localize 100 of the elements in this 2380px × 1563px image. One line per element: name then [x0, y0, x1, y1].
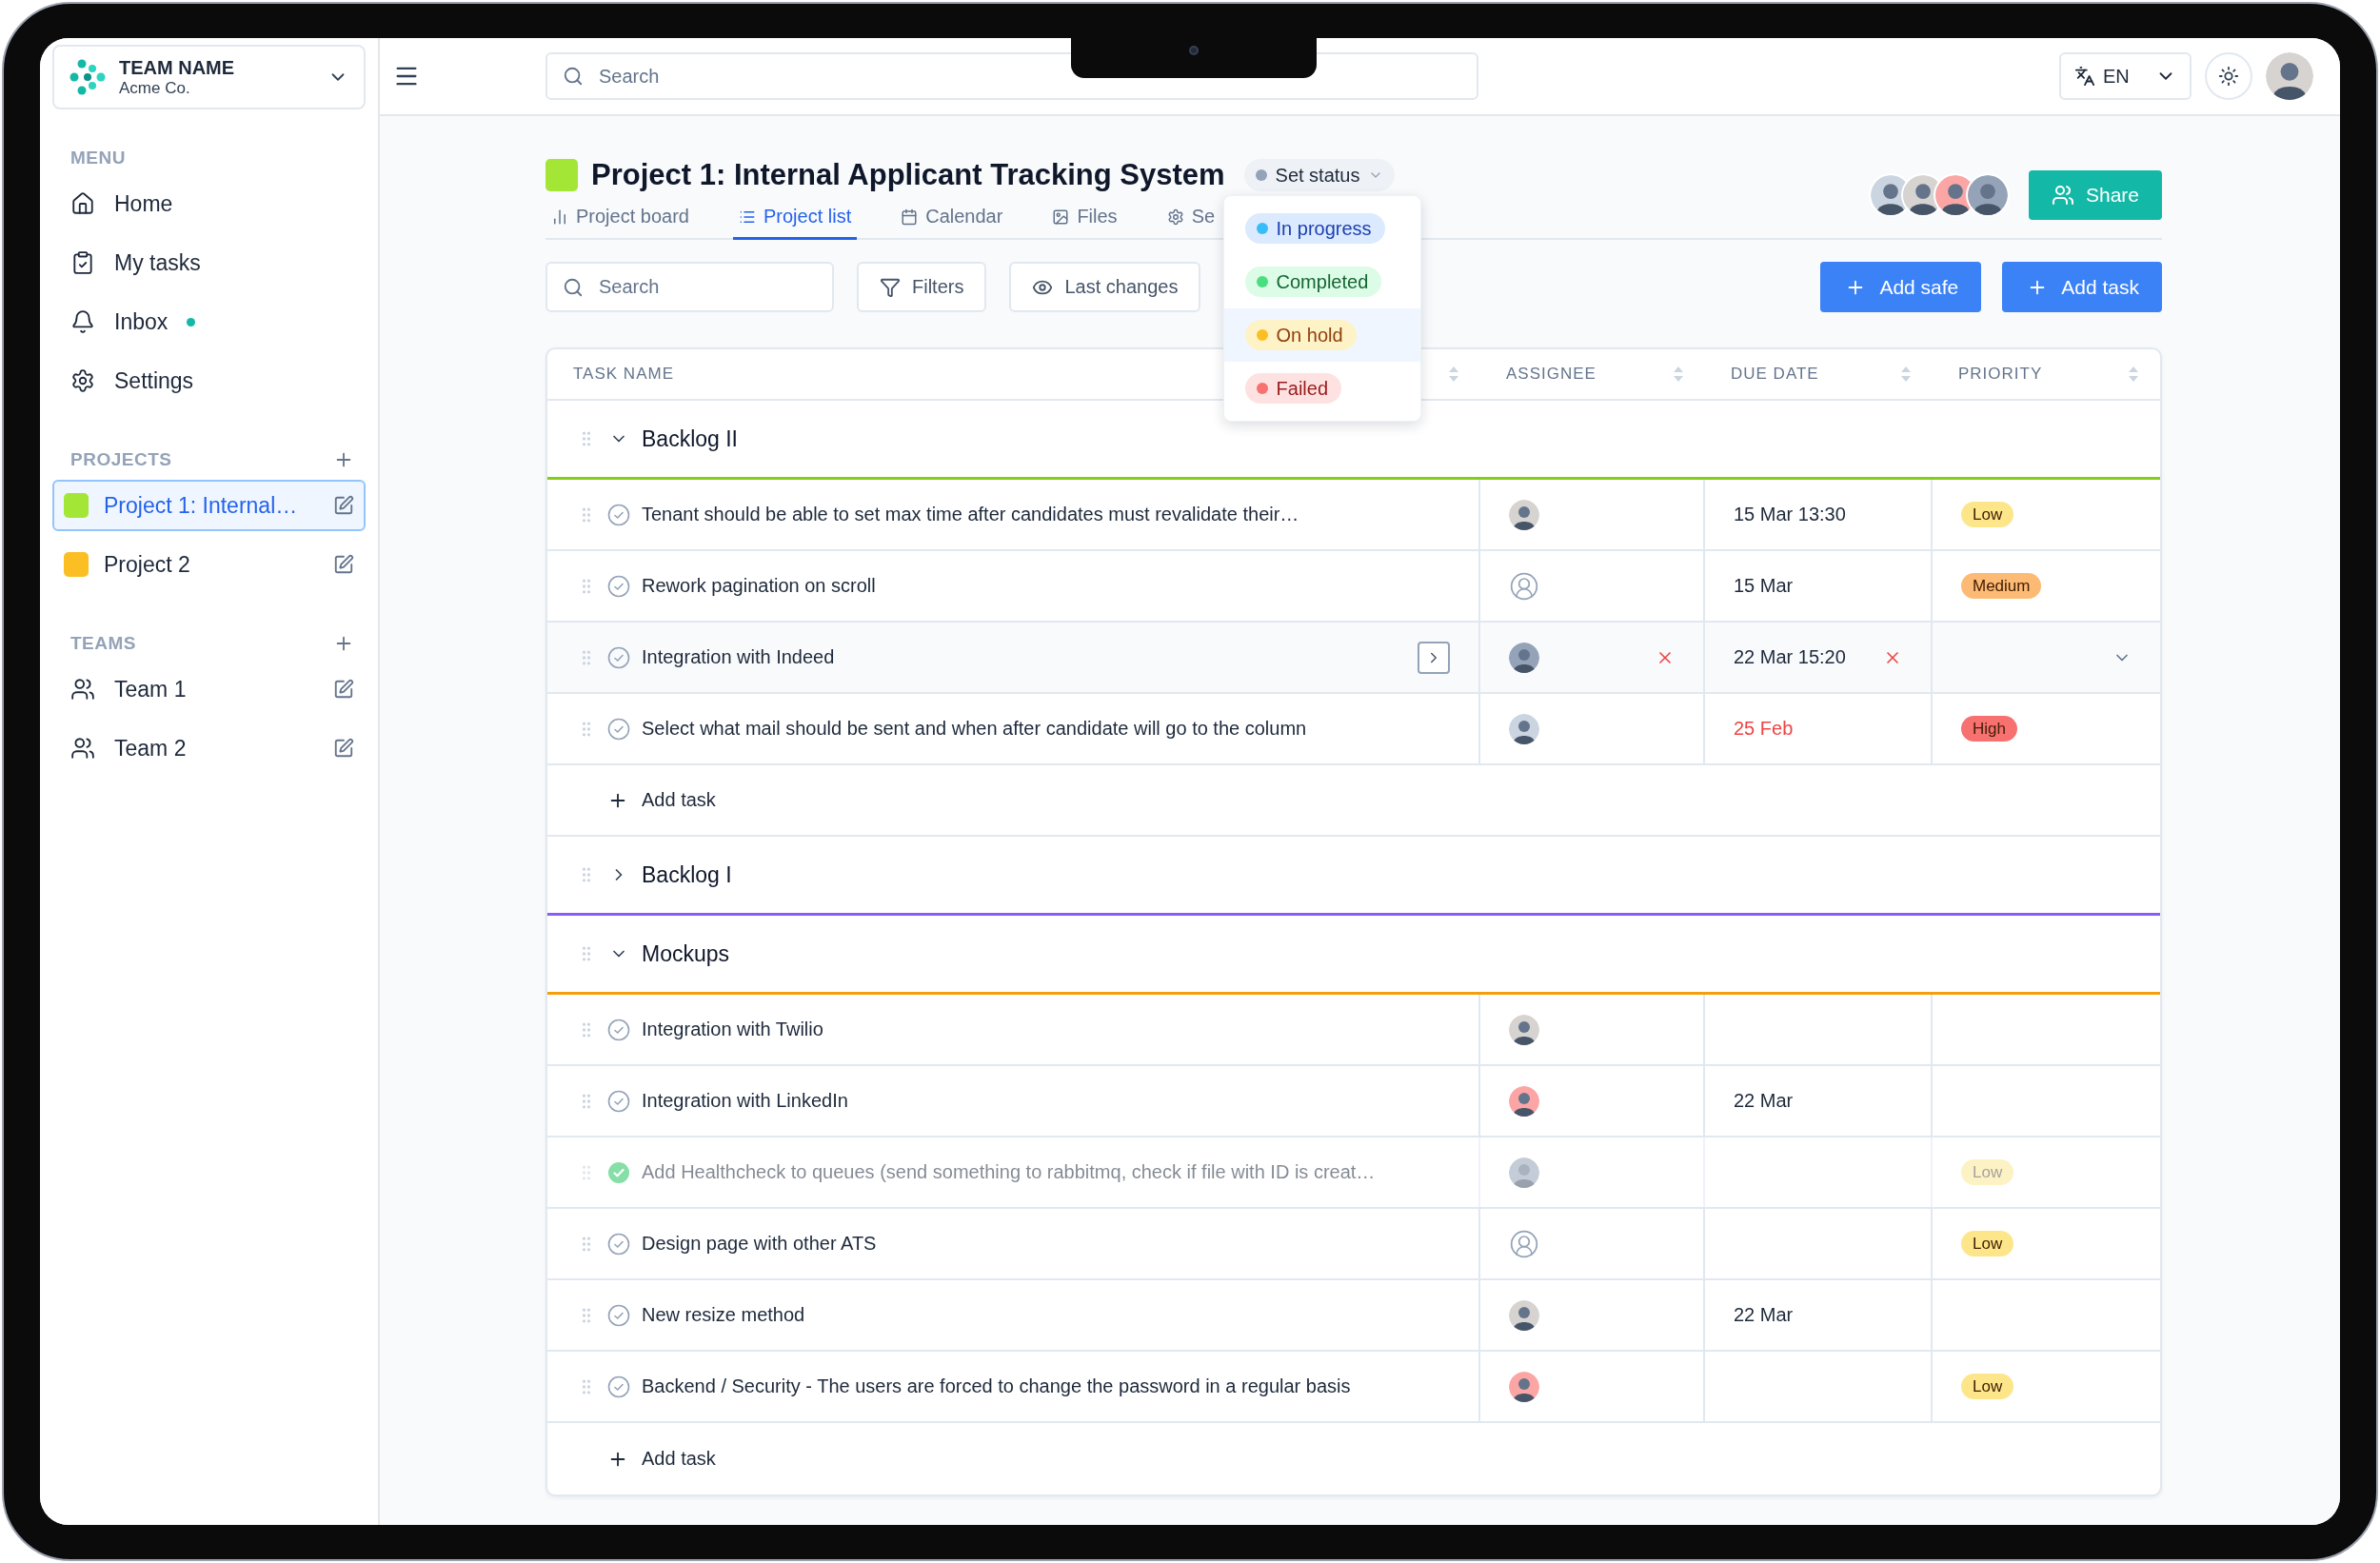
check-circle-icon[interactable] [607, 1303, 630, 1327]
funnel-icon [880, 276, 901, 298]
project-title: Project 1: Internal Applicant Tracking System [591, 158, 1225, 192]
search-icon [563, 276, 584, 298]
nav-item[interactable]: Settings [52, 351, 366, 410]
priority-tag: Low [1961, 1374, 2014, 1399]
priority-tag: Low [1961, 1231, 2014, 1256]
check-circle-icon[interactable] [607, 574, 630, 598]
check-circle-icon[interactable] [607, 717, 630, 741]
task-name[interactable]: Add Healthcheck to queues (send something to rabbitmq, check if file with ID is creat… [642, 1161, 1450, 1183]
calendar-icon [901, 208, 919, 226]
sort-icon[interactable] [1900, 366, 1912, 383]
task-name[interactable]: Integration with Indeed [642, 646, 1406, 668]
status-option[interactable]: Failed [1244, 373, 1342, 404]
done-check-icon[interactable] [607, 1160, 630, 1184]
users-icon [70, 677, 95, 702]
edit-icon[interactable] [333, 554, 354, 575]
status-option[interactable]: Completed [1244, 267, 1382, 297]
tab[interactable]: Calendar [895, 202, 1009, 240]
tab[interactable]: Files [1046, 202, 1123, 240]
check-circle-icon[interactable] [607, 1375, 630, 1398]
sort-icon[interactable] [2128, 366, 2139, 383]
edit-icon[interactable] [333, 495, 354, 516]
settings-icon [70, 368, 95, 393]
users-icon [70, 736, 95, 761]
clipboard-check-icon [70, 250, 95, 275]
nav-item[interactable]: My tasks [52, 233, 366, 292]
priority-tag: Low [1961, 1159, 2014, 1185]
image-icon [1052, 208, 1070, 226]
task-name[interactable]: Integration with LinkedIn [642, 1090, 1450, 1112]
add-safe-button[interactable]: Add safe [1820, 262, 1982, 312]
task-name[interactable]: Tenant should be able to set max time after candidates must revalidate their… [642, 504, 1450, 525]
sort-icon[interactable] [1448, 366, 1459, 383]
avatar [1509, 1299, 1539, 1331]
due-date: 22 Mar [1734, 1304, 1795, 1326]
theme-toggle[interactable] [2205, 52, 2252, 100]
bell-icon [70, 309, 95, 334]
section-label: TEAMS [70, 633, 136, 654]
team-item[interactable]: Team 1 [52, 660, 366, 719]
users-icon [2051, 184, 2074, 207]
priority-tag: Medium [1961, 573, 2042, 599]
add-task-link[interactable]: Add task [607, 789, 716, 811]
unassigned-user-icon[interactable] [1509, 1228, 1539, 1259]
home-icon [70, 191, 95, 216]
status-dropdown[interactable]: Set status [1243, 159, 1396, 191]
language-selector[interactable]: EN [2059, 52, 2192, 100]
last-changes-button[interactable]: Last changes [1009, 262, 1201, 312]
filters-button[interactable]: Filters [857, 262, 987, 312]
search-icon [563, 66, 584, 87]
edit-icon[interactable] [333, 738, 354, 759]
nav-item[interactable]: Inbox [52, 292, 366, 351]
company-name: Acme Co. [119, 78, 191, 98]
status-option[interactable]: In progress [1244, 213, 1385, 244]
group-header: Backlog I [547, 837, 2160, 916]
column-header: DUE DATE [1731, 365, 1819, 384]
status-option[interactable]: On hold [1244, 320, 1357, 350]
tab[interactable]: Project board [545, 202, 695, 240]
open-task-button[interactable] [1418, 641, 1450, 674]
unassigned-user-icon[interactable] [1509, 570, 1539, 602]
task-name[interactable]: Select what mail should be sent and when after candidate will go to the column [642, 718, 1450, 740]
edit-icon[interactable] [333, 679, 354, 700]
due-date: 22 Mar 15:20 [1734, 646, 1847, 668]
tab[interactable]: Se [1160, 202, 1221, 240]
avatar [1509, 642, 1539, 673]
check-circle-icon[interactable] [607, 645, 630, 669]
team-switcher[interactable]: TEAM NAME Acme Co. [52, 45, 366, 109]
section-label: MENU [70, 148, 126, 168]
due-date: 15 Mar 13:30 [1734, 504, 1847, 525]
check-circle-icon[interactable] [607, 1089, 630, 1113]
task-name[interactable]: New resize method [642, 1304, 1450, 1326]
avatar [1509, 499, 1539, 530]
task-name[interactable]: Rework pagination on scroll [642, 575, 1450, 597]
search-field[interactable]: Search [545, 262, 834, 312]
settings-icon [1166, 208, 1184, 226]
avatar [1509, 1157, 1539, 1188]
tab[interactable]: Project list [732, 202, 858, 240]
bar-chart-icon [551, 208, 568, 226]
add-task-button[interactable]: Add task [2002, 262, 2162, 312]
priority-tag: Low [1961, 502, 2014, 527]
nav-item[interactable]: Home [52, 174, 366, 233]
column-header: TASK NAME [573, 365, 674, 384]
task-name[interactable]: Integration with Twilio [642, 1019, 1450, 1040]
avatar [1509, 1371, 1539, 1402]
check-circle-icon[interactable] [607, 503, 630, 526]
sun-icon [2218, 66, 2239, 87]
team-item[interactable]: Team 2 [52, 719, 366, 778]
task-name[interactable]: Design page with other ATS [642, 1233, 1450, 1255]
task-name[interactable]: Backend / Security - The users are forced to change the password in a regular basis [642, 1375, 1450, 1397]
sort-icon[interactable] [1673, 366, 1684, 383]
priority-tag: High [1961, 716, 2017, 742]
avatar [1509, 713, 1539, 744]
check-circle-icon[interactable] [607, 1018, 630, 1041]
project-item[interactable]: Project 1: Internal… [52, 480, 366, 531]
due-date: 15 Mar [1734, 575, 1795, 597]
check-circle-icon[interactable] [607, 1232, 630, 1256]
project-item[interactable]: Project 2 [52, 539, 366, 590]
due-date: 25 Feb [1734, 718, 1795, 740]
column-header: PRIORITY [1958, 365, 2043, 384]
avatar [1967, 175, 2008, 215]
add-task-link[interactable]: Add task [607, 1448, 716, 1470]
